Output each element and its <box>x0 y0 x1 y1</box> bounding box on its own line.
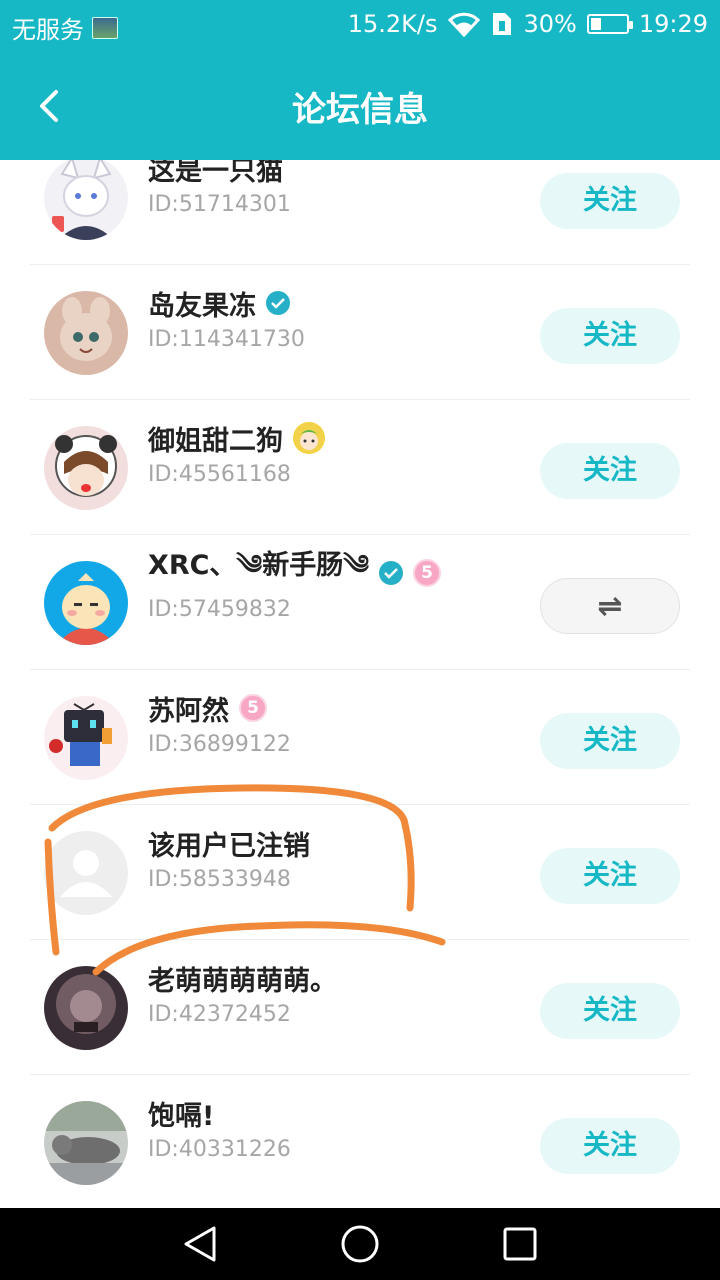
mutual-follow-icon: ⇌ <box>597 588 623 624</box>
follow-list[interactable]: 这是一只猫 ID:51714301 关注 岛友果冻 ID:114341730 关… <box>0 160 720 1208</box>
screen: 无服务 15.2K/s 30% 19:29 论坛信息 这是一只猫 ID:5171… <box>0 0 720 1280</box>
avatar[interactable] <box>44 1101 128 1185</box>
list-item[interactable]: 岛友果冻 ID:114341730 关注 <box>30 265 690 400</box>
nav-recents-button[interactable] <box>500 1224 540 1264</box>
list-item[interactable]: 这是一只猫 ID:51714301 关注 <box>30 160 690 265</box>
user-id: ID:40331226 <box>148 1137 291 1162</box>
name-line: 御姐甜二狗 <box>148 418 325 458</box>
verified-badge-icon <box>266 291 290 315</box>
network-speed: 15.2K/s <box>347 10 438 38</box>
list-item[interactable]: 饱嗝! ID:40331226 关注 <box>30 1075 690 1208</box>
user-id: ID:36899122 <box>148 732 291 757</box>
follow-button[interactable]: 关注 <box>540 443 680 499</box>
list-item[interactable]: XRC、༄新手肠༄ 5 ID:57459832 ⇌ <box>30 535 690 670</box>
list-item[interactable]: 老萌萌萌萌萌。 ID:42372452 关注 <box>30 940 690 1075</box>
avatar-image <box>44 696 128 780</box>
nav-home-button[interactable] <box>340 1224 380 1264</box>
user-id: ID:51714301 <box>148 192 291 217</box>
avatar[interactable] <box>44 160 128 240</box>
default-avatar-icon <box>44 831 128 915</box>
avatar-image <box>44 966 128 1050</box>
verified-badge-icon <box>379 561 403 585</box>
status-left: 无服务 <box>12 10 118 45</box>
username: 御姐甜二狗 <box>148 425 283 457</box>
avatar[interactable] <box>44 291 128 375</box>
wifi-icon <box>448 12 481 37</box>
name-line: 苏阿然 5 <box>148 688 267 728</box>
gallery-notification-icon <box>92 16 118 39</box>
user-id: ID:114341730 <box>148 327 305 352</box>
character-badge-icon <box>293 422 325 454</box>
list-item[interactable]: 苏阿然 5 ID:36899122 关注 <box>30 670 690 805</box>
battery-icon <box>586 14 633 34</box>
navigation-bar <box>0 1208 720 1280</box>
avatar[interactable] <box>44 426 128 510</box>
title-bar: 论坛信息 <box>0 52 720 160</box>
username: 老萌萌萌萌萌。 <box>148 965 337 997</box>
user-id: ID:58533948 <box>148 867 291 892</box>
username: 岛友果冻 <box>148 290 256 322</box>
name-line: 岛友果冻 <box>148 283 290 323</box>
status-right: 15.2K/s 30% 19:29 <box>348 10 708 38</box>
avatar[interactable] <box>44 831 128 915</box>
follow-button[interactable]: 关注 <box>540 308 680 364</box>
user-id: ID:42372452 <box>148 1002 291 1027</box>
circle-home-icon <box>341 1225 379 1263</box>
avatar[interactable] <box>44 696 128 780</box>
user-id: ID:45561168 <box>148 462 291 487</box>
username: 苏阿然 <box>148 695 229 727</box>
follow-button[interactable]: 关注 <box>540 173 680 229</box>
clock: 19:29 <box>638 10 708 38</box>
avatar-image <box>44 291 128 375</box>
nav-back-button[interactable] <box>180 1224 220 1264</box>
avatar[interactable] <box>44 966 128 1050</box>
follow-button[interactable]: 关注 <box>540 1118 680 1174</box>
avatar[interactable] <box>44 561 128 645</box>
name-line: 该用户已注销 <box>148 823 310 863</box>
avatar-image <box>44 561 128 645</box>
avatar-image <box>44 1101 128 1185</box>
avatar-image <box>44 426 128 510</box>
battery-fill <box>590 18 601 30</box>
battery-percent: 30% <box>523 10 577 38</box>
username: 该用户已注销 <box>148 830 310 862</box>
carrier-label: 无服务 <box>12 16 84 44</box>
name-line: 饱嗝! <box>148 1093 214 1133</box>
status-bar: 无服务 15.2K/s 30% 19:29 <box>0 0 720 52</box>
name-line: 老萌萌萌萌萌。 <box>148 958 337 998</box>
name-line: 这是一只猫 <box>148 160 283 188</box>
list-item[interactable]: 御姐甜二狗 ID:45561168 关注 <box>30 400 690 535</box>
user-id: ID:57459832 <box>148 597 291 622</box>
avatar-image <box>44 160 128 240</box>
follow-button[interactable]: 关注 <box>540 848 680 904</box>
name-line: XRC、༄新手肠༄ 5 <box>148 550 441 593</box>
follow-button[interactable]: 关注 <box>540 983 680 1039</box>
level-badge-icon: 5 <box>413 559 441 587</box>
page-title: 论坛信息 <box>292 90 428 130</box>
follow-button[interactable]: 关注 <box>540 713 680 769</box>
mutual-follow-button[interactable]: ⇌ <box>540 578 680 634</box>
list-item[interactable]: 该用户已注销 ID:58533948 关注 <box>30 805 690 940</box>
username: 饱嗝! <box>148 1100 215 1132</box>
sim-icon <box>493 13 512 35</box>
square-recents-icon <box>503 1227 537 1261</box>
level-badge-icon: 5 <box>239 694 267 722</box>
username: 这是一只猫 <box>148 160 283 187</box>
triangle-back-icon <box>184 1226 216 1262</box>
